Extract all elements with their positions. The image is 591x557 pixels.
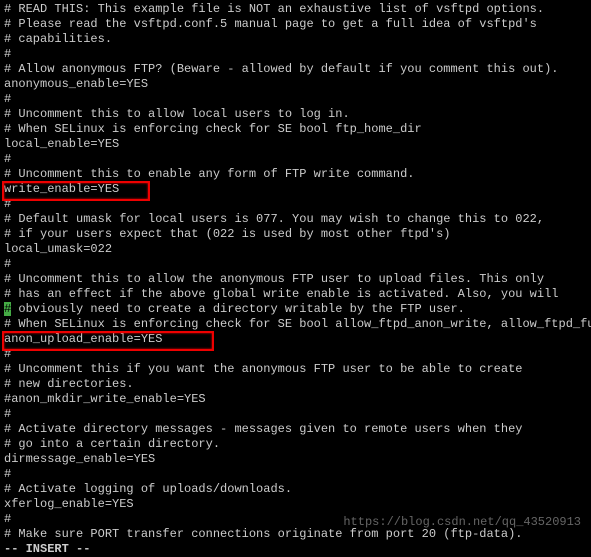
editor-line[interactable]: # xyxy=(4,347,587,362)
editor-line[interactable]: # xyxy=(4,407,587,422)
editor-line[interactable]: xferlog_enable=YES xyxy=(4,497,587,512)
editor-line[interactable]: # xyxy=(4,92,587,107)
editor-line[interactable]: # obviously need to create a directory w… xyxy=(4,302,587,317)
editor-line[interactable]: anon_upload_enable=YES xyxy=(4,332,587,347)
editor-line[interactable]: # capabilities. xyxy=(4,32,587,47)
editor-line[interactable]: # Uncomment this to enable any form of F… xyxy=(4,167,587,182)
editor-line[interactable]: # has an effect if the above global writ… xyxy=(4,287,587,302)
editor-line[interactable]: local_umask=022 xyxy=(4,242,587,257)
editor-line[interactable]: # Please read the vsftpd.conf.5 manual p… xyxy=(4,17,587,32)
editor-line[interactable]: #anon_mkdir_write_enable=YES xyxy=(4,392,587,407)
editor-line[interactable]: # xyxy=(4,47,587,62)
editor-line[interactable]: # When SELinux is enforcing check for SE… xyxy=(4,122,587,137)
editor-line[interactable]: # go into a certain directory. xyxy=(4,437,587,452)
editor-line[interactable]: # Uncomment this to allow local users to… xyxy=(4,107,587,122)
watermark: https://blog.csdn.net/qq_43520913 xyxy=(343,515,581,530)
editor-content[interactable]: # READ THIS: This example file is NOT an… xyxy=(4,2,587,542)
editor-line[interactable]: # READ THIS: This example file is NOT an… xyxy=(4,2,587,17)
editor-line[interactable]: # Uncomment this if you want the anonymo… xyxy=(4,362,587,377)
editor-line[interactable]: # xyxy=(4,197,587,212)
editor-line[interactable]: # Activate logging of uploads/downloads. xyxy=(4,482,587,497)
editor-line[interactable]: local_enable=YES xyxy=(4,137,587,152)
editor-line[interactable]: dirmessage_enable=YES xyxy=(4,452,587,467)
editor-line[interactable]: # xyxy=(4,152,587,167)
editor-line[interactable]: write_enable=YES xyxy=(4,182,587,197)
editor-line[interactable]: # Activate directory messages - messages… xyxy=(4,422,587,437)
editor-line[interactable]: # new directories. xyxy=(4,377,587,392)
editor-line[interactable]: # Uncomment this to allow the anonymous … xyxy=(4,272,587,287)
editor-line[interactable]: anonymous_enable=YES xyxy=(4,77,587,92)
editor-line[interactable]: # xyxy=(4,467,587,482)
editor-line[interactable]: # When SELinux is enforcing check for SE… xyxy=(4,317,587,332)
cursor: # xyxy=(4,302,11,316)
editor-line[interactable]: # xyxy=(4,257,587,272)
editor-line[interactable]: # Default umask for local users is 077. … xyxy=(4,212,587,227)
editor-line[interactable]: # Allow anonymous FTP? (Beware - allowed… xyxy=(4,62,587,77)
editor-line[interactable]: # if your users expect that (022 is used… xyxy=(4,227,587,242)
